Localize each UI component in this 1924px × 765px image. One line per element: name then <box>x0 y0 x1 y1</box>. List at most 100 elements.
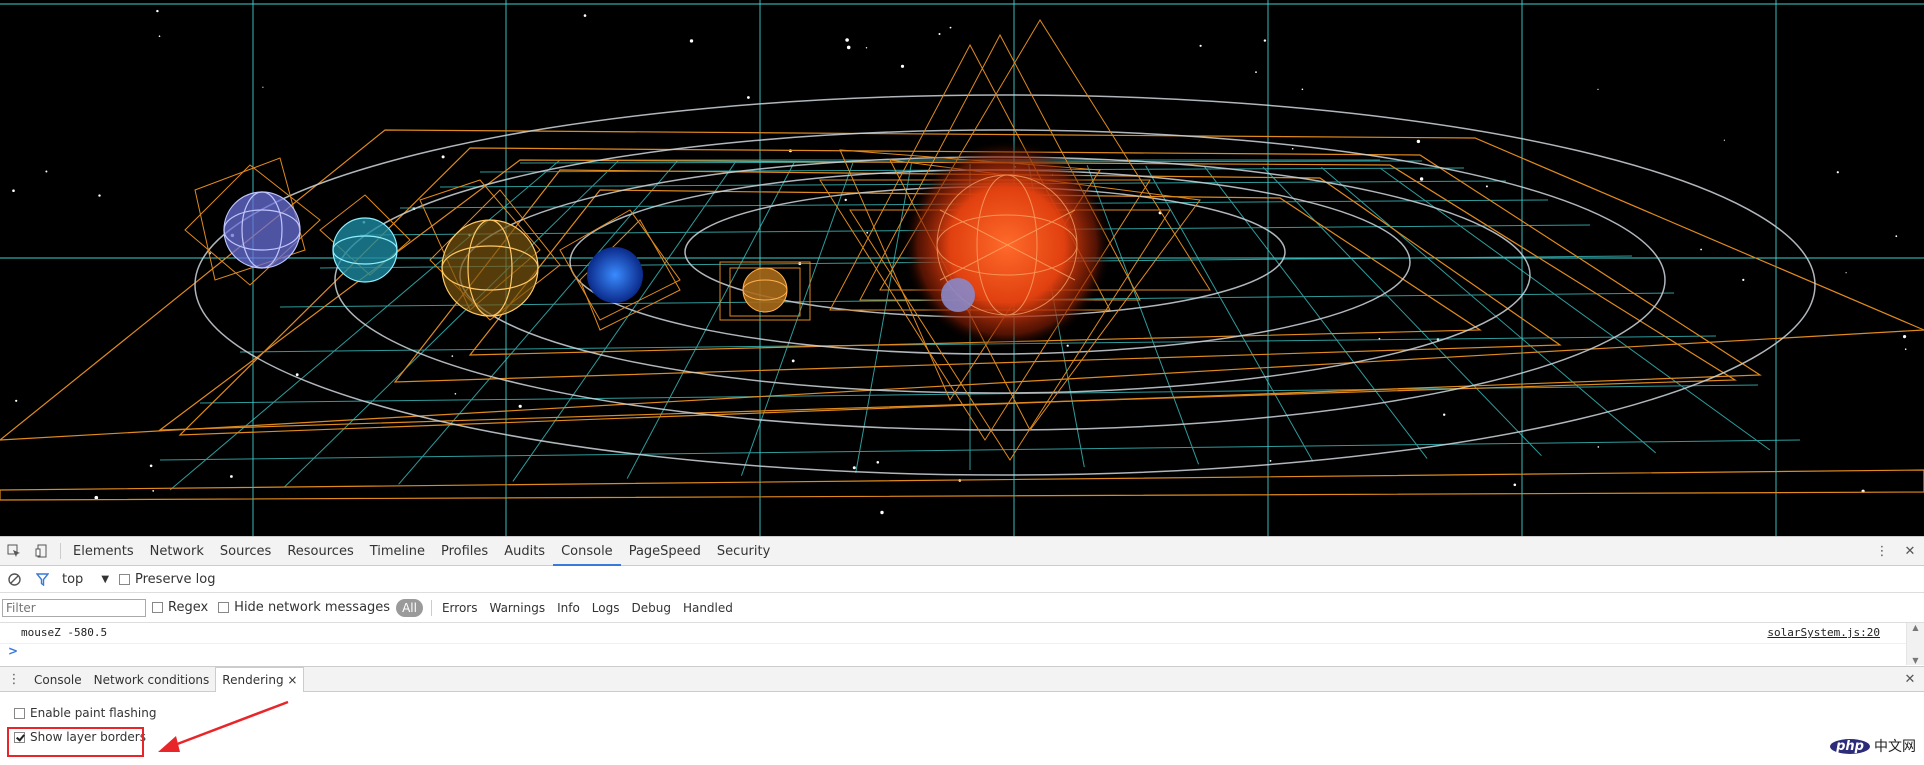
annotation-arrow <box>158 700 289 752</box>
regex-option[interactable]: Regex <box>152 600 208 615</box>
close-devtools-icon[interactable]: ✕ <box>1896 537 1924 566</box>
drawer-tab-console[interactable]: Console <box>28 668 88 692</box>
star <box>1903 335 1907 339</box>
php-logo: php <box>1830 738 1870 754</box>
console-message-text: mouseZ -580.5 <box>21 626 108 639</box>
close-drawer-icon[interactable]: ✕ <box>1896 665 1924 694</box>
hide-network-label: Hide network messages <box>234 600 391 615</box>
level-filter-info[interactable]: Info <box>551 601 586 615</box>
drawer-tab-label: Rendering <box>222 673 284 687</box>
tab-audits[interactable]: Audits <box>496 537 553 566</box>
star <box>15 399 18 402</box>
tab-console[interactable]: Console <box>553 537 621 566</box>
tab-security[interactable]: Security <box>709 537 778 566</box>
watermark-text: 中文网 <box>1874 739 1916 755</box>
clear-console-icon[interactable] <box>0 565 28 594</box>
star <box>441 155 445 159</box>
star <box>1700 248 1702 251</box>
hide-network-option[interactable]: Hide network messages <box>218 600 390 615</box>
level-filter-all[interactable]: All <box>396 598 423 617</box>
context-dropdown-icon[interactable]: ▼ <box>101 574 109 585</box>
star <box>262 86 264 88</box>
star <box>1066 344 1069 347</box>
tab-pagespeed[interactable]: PageSpeed <box>621 537 709 566</box>
tab-timeline[interactable]: Timeline <box>362 537 433 566</box>
star <box>295 373 299 377</box>
console-prompt[interactable]: > <box>8 644 18 658</box>
star <box>454 393 457 395</box>
close-tab-icon[interactable]: × <box>284 673 297 687</box>
drawer-tab-rendering[interactable]: Rendering × <box>215 667 305 692</box>
drawer-tabs: Console Network conditions Rendering × <box>28 666 305 692</box>
level-filter-warnings[interactable]: Warnings <box>483 601 551 615</box>
console-output[interactable]: mouseZ -580.5 solarSystem.js:20 > ▲ ▼ <box>0 623 1924 665</box>
more-options-icon[interactable]: ⋮ <box>1868 537 1896 566</box>
star <box>1263 39 1267 42</box>
filter-icon[interactable] <box>28 565 56 594</box>
star <box>1597 88 1599 90</box>
divider <box>60 543 61 559</box>
star <box>1895 235 1898 238</box>
star <box>1742 278 1745 281</box>
solar-system-canvas[interactable] <box>0 0 1924 536</box>
scroll-up-icon[interactable]: ▲ <box>1907 623 1924 632</box>
star <box>876 461 880 464</box>
divider <box>430 599 432 616</box>
star <box>1904 348 1907 351</box>
star <box>846 45 851 50</box>
devtools-tabbar: Elements Network Sources Resources Timeline P… <box>0 537 1924 566</box>
tab-sources[interactable]: Sources <box>212 537 279 566</box>
tab-profiles[interactable]: Profiles <box>433 537 496 566</box>
star <box>1301 88 1304 91</box>
tab-network[interactable]: Network <box>142 537 212 566</box>
tab-elements[interactable]: Elements <box>65 537 142 566</box>
star <box>844 198 847 202</box>
filter-input[interactable] <box>2 598 146 617</box>
context-selector[interactable]: top <box>62 572 83 587</box>
level-filter-debug[interactable]: Debug <box>625 601 676 615</box>
star <box>583 14 587 17</box>
console-filter-bar: Regex Hide network messages All ErrorsWar… <box>0 593 1924 623</box>
console-toolbar: top ▼ Preserve log <box>0 566 1924 593</box>
highlight-box <box>7 727 144 757</box>
star <box>1255 71 1257 73</box>
drawer-menu-icon[interactable]: ⋮ <box>0 665 28 694</box>
level-filter-errors[interactable]: Errors <box>436 601 484 615</box>
star <box>156 9 159 13</box>
star <box>949 26 952 29</box>
inspect-element-icon[interactable] <box>0 537 28 566</box>
regex-checkbox[interactable] <box>152 602 163 613</box>
star <box>852 466 856 470</box>
console-scrollbar[interactable]: ▲ ▼ <box>1906 623 1924 665</box>
star <box>1419 177 1424 181</box>
drawer-tab-network-conditions[interactable]: Network conditions <box>88 668 216 692</box>
star <box>94 495 99 500</box>
paint-flashing-option[interactable]: Enable paint flashing <box>14 706 156 720</box>
star <box>880 510 884 515</box>
panel-tabs: Elements Network Sources Resources Timeline P… <box>65 537 778 566</box>
device-mode-icon[interactable] <box>28 537 56 566</box>
star <box>451 355 454 357</box>
star <box>1269 460 1272 462</box>
paint-flashing-checkbox[interactable] <box>14 707 25 719</box>
star <box>45 170 48 173</box>
level-filter-logs[interactable]: Logs <box>586 601 626 615</box>
star <box>1199 44 1202 47</box>
drawer-tabbar: ⋮ Console Network conditions Rendering × ✕ <box>0 666 1924 692</box>
drawer-tab-label: Network conditions <box>93 673 210 687</box>
star <box>1291 148 1294 150</box>
hide-network-checkbox[interactable] <box>218 602 230 613</box>
star <box>1513 483 1517 487</box>
tab-resources[interactable]: Resources <box>279 537 361 566</box>
star <box>1723 139 1725 141</box>
star <box>845 38 849 42</box>
console-message-source-link[interactable]: solarSystem.js:20 <box>1767 626 1880 639</box>
star <box>1485 185 1488 188</box>
preserve-log-checkbox[interactable] <box>119 573 131 585</box>
console-message: mouseZ -580.5 solarSystem.js:20 <box>0 623 1924 644</box>
watermark: php 中文网 <box>1830 736 1916 756</box>
level-filter-handled[interactable]: Handled <box>677 601 739 615</box>
log-level-filters: All Errors Warnings Info Logs Debug Handled <box>392 598 739 617</box>
star <box>689 39 694 43</box>
preserve-log-option[interactable]: Preserve log <box>119 572 215 587</box>
